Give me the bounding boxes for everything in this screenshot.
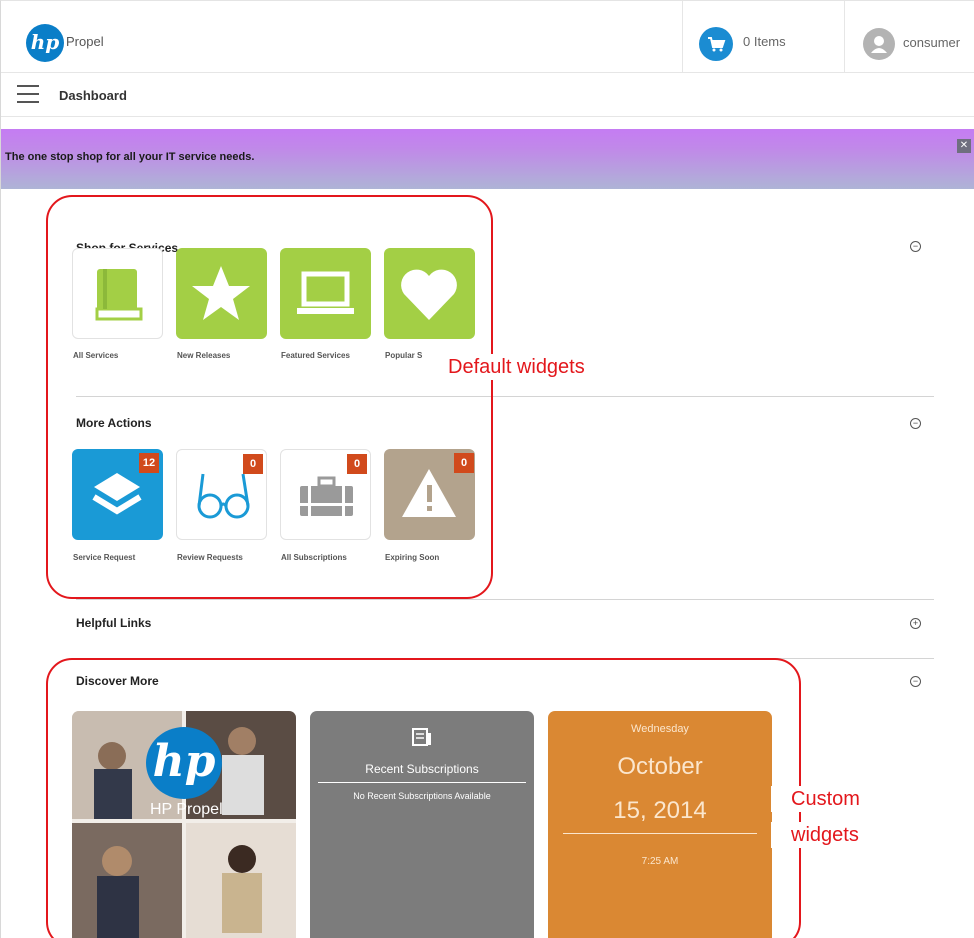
header-divider	[844, 1, 845, 73]
collapse-shop-icon[interactable]: −	[910, 241, 921, 252]
expand-helpful-links-icon[interactable]: +	[910, 618, 921, 629]
welcome-banner: The one stop shop for all your IT servic…	[1, 129, 974, 189]
collapse-actions-icon[interactable]: −	[910, 418, 921, 429]
app-window: hp Propel 0 Items consumer Dashboard The…	[0, 0, 974, 938]
section-title-helpful-links[interactable]: Helpful Links	[76, 616, 151, 630]
user-name[interactable]: consumer	[903, 35, 960, 50]
default-widgets-outline	[46, 195, 493, 599]
banner-text: The one stop shop for all your IT servic…	[5, 151, 255, 163]
page-title: Dashboard	[59, 88, 127, 103]
cart-icon[interactable]	[699, 27, 733, 61]
hp-logo[interactable]: hp	[26, 24, 64, 62]
banner-close-icon[interactable]: ✕	[957, 139, 971, 153]
top-header: hp Propel 0 Items consumer	[1, 1, 974, 73]
custom-widgets-annotation-line1: Custom	[771, 786, 891, 812]
collapse-discover-icon[interactable]: −	[910, 676, 921, 687]
cart-item-count[interactable]: 0 Items	[743, 34, 786, 49]
default-widgets-annotation: Default widgets	[444, 354, 589, 380]
section-divider	[76, 599, 934, 600]
user-avatar-icon[interactable]	[863, 28, 895, 60]
header-divider	[682, 1, 683, 73]
menu-icon[interactable]	[17, 85, 39, 103]
brand-name: Propel	[66, 34, 104, 49]
custom-widgets-outline	[46, 658, 801, 938]
custom-widgets-annotation-line2: widgets	[771, 822, 891, 848]
nav-bar: Dashboard	[1, 73, 974, 117]
